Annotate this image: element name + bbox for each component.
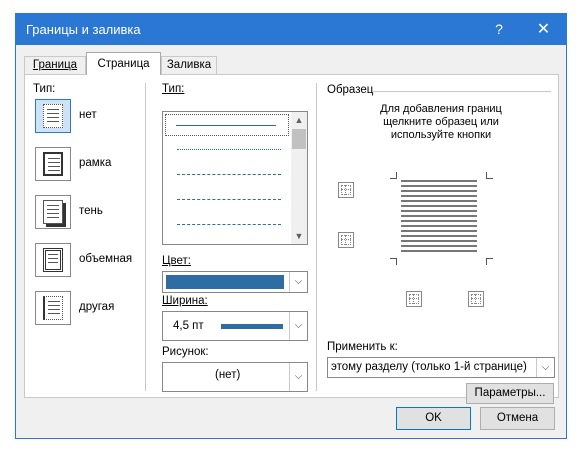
setting-shadow-label: тень [79,205,103,217]
setting-custom-label: другая [79,301,115,313]
chevron-down-icon[interactable]: ⌵ [289,272,307,292]
apply-to-combobox[interactable]: этому разделу (только 1-й странице) ⌵ [327,357,555,378]
setting-3d-button[interactable] [35,243,71,277]
preview-hint: Для добавления границ щелкните образец и… [380,103,502,141]
line-style-dash[interactable] [177,199,281,200]
setting-shadow-icon [43,200,63,224]
style-label: Тип: [162,83,185,95]
line-style-dotted[interactable] [177,149,281,150]
tab-borders[interactable]: Граница [24,56,86,74]
width-label: Ширина: [162,295,208,307]
options-button[interactable]: Параметры... [466,383,554,404]
right-border-button[interactable] [468,291,484,307]
line-style-dash-fine[interactable] [177,174,281,175]
apply-to-value: этому разделу (только 1-й странице) [331,361,527,373]
art-combobox[interactable]: (нет) ⌵ [162,362,308,392]
width-value: 4,5 пт [173,320,204,332]
column-divider-2 [316,83,317,391]
setting-label: Тип: [33,83,56,95]
scroll-down-icon[interactable]: ▼ [291,228,307,244]
setting-custom-button[interactable] [35,291,71,325]
tab-panel: Тип: нет рамка тень объемная другая Тип:… [24,74,559,404]
chevron-down-icon[interactable]: ⌵ [289,312,307,340]
preview-label: Образец [327,84,374,96]
line-style-selected[interactable] [165,114,289,136]
close-button[interactable]: ✕ [521,14,566,45]
help-button[interactable]: ? [484,14,514,45]
ok-button[interactable]: OK [396,407,471,430]
scroll-thumb[interactable] [292,129,306,149]
color-combobox[interactable]: ⌵ [162,271,308,293]
tab-page-border[interactable]: Страница [86,52,161,75]
top-border-button[interactable] [338,182,354,198]
setting-none-icon [43,104,63,128]
art-label: Рисунок: [162,346,209,358]
setting-box-button[interactable] [35,147,71,181]
column-divider-1 [145,83,146,391]
setting-custom-icon [43,296,63,320]
chevron-down-icon[interactable]: ⌵ [289,363,307,391]
bottom-border-button[interactable] [338,232,354,248]
width-preview-line [221,324,283,329]
setting-shadow-button[interactable] [35,195,71,229]
borders-shading-dialog: Границы и заливка ? ✕ Граница Страница З… [15,13,567,439]
line-style-list[interactable]: ▲ ▼ [162,111,308,245]
cancel-button[interactable]: Отмена [480,407,555,430]
setting-none-label: нет [79,109,97,121]
color-label: Цвет: [162,255,191,267]
setting-none-button[interactable] [35,99,71,133]
setting-box-icon [43,152,63,176]
tab-shading[interactable]: Заливка [161,56,217,74]
scroll-up-icon[interactable]: ▲ [291,112,307,128]
line-style-dash-dot[interactable] [177,224,281,225]
title-bar: Границы и заливка ? ✕ [16,14,566,45]
line-style-scrollbar[interactable]: ▲ ▼ [291,112,307,244]
setting-box-label: рамка [79,157,112,169]
setting-3d-icon [43,248,63,272]
preview-group-line [373,91,551,92]
chevron-down-icon[interactable]: ⌵ [536,358,554,377]
width-combobox[interactable]: 4,5 пт ⌵ [162,311,308,341]
color-swatch [166,275,284,289]
art-value: (нет) [215,369,241,381]
left-border-button[interactable] [406,291,422,307]
dialog-title: Границы и заливка [26,22,141,37]
setting-3d-label: объемная [79,253,133,265]
apply-to-label: Применить к: [327,341,398,353]
